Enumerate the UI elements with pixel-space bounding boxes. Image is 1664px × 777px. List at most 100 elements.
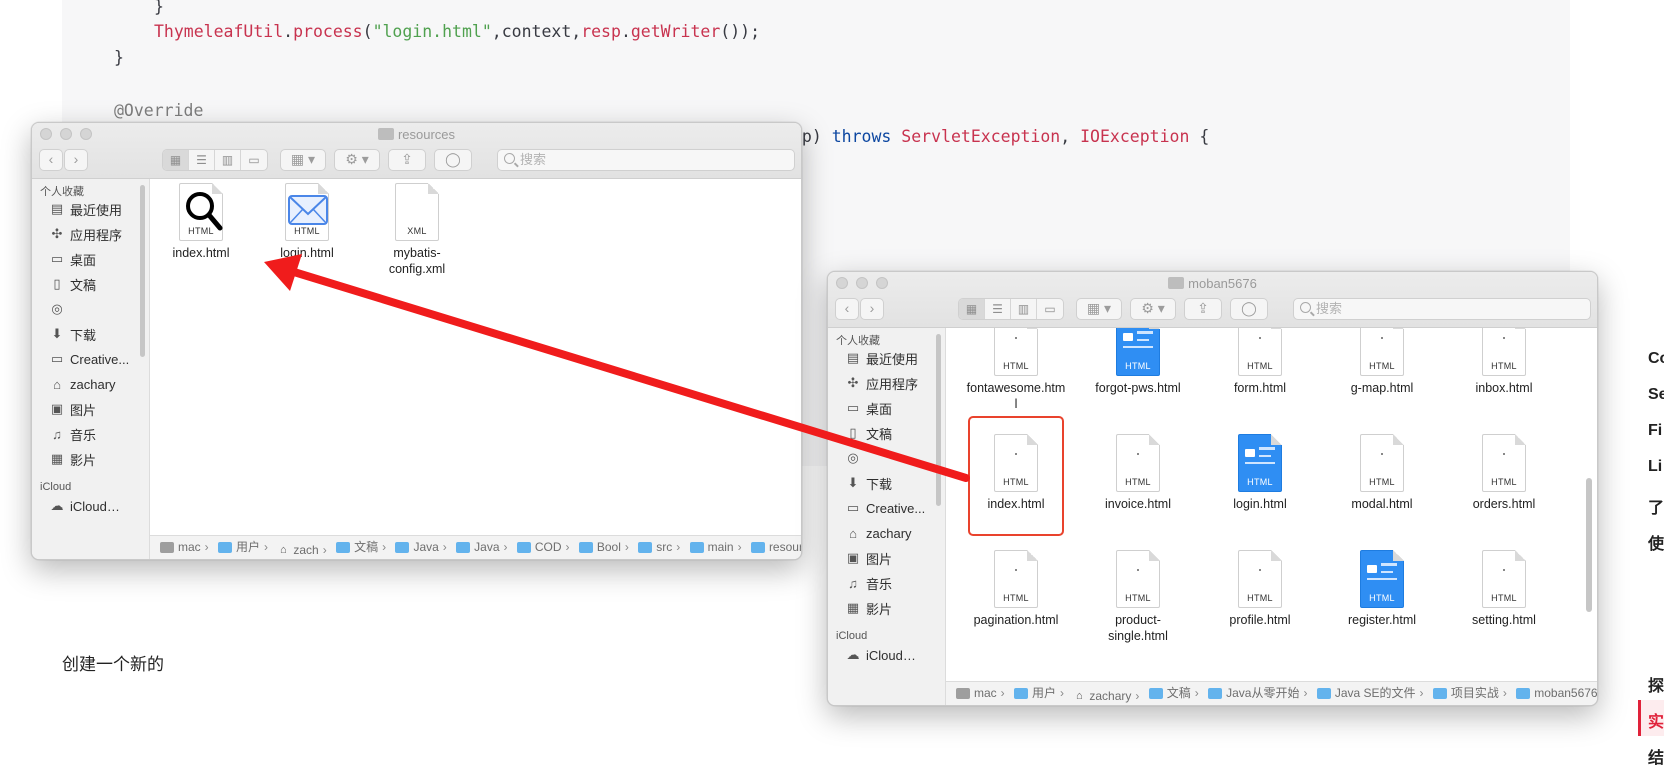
share-button[interactable]: ⇪ [388, 149, 426, 171]
toc-item[interactable]: Se [1648, 386, 1664, 404]
sidebar-item-applications[interactable]: ✣ 应用程序 [48, 223, 122, 245]
tag-button[interactable]: ◯ [1230, 298, 1268, 320]
path-item[interactable]: Java SE的文件 › [1316, 682, 1428, 704]
file-item[interactable]: HTML forgot-pws.html [1083, 328, 1193, 396]
toc-item[interactable]: 使 [1648, 530, 1664, 554]
file-item-index[interactable]: HTML index.html [150, 183, 256, 261]
view-mode-switcher[interactable]: ▦ ☰ ▥ ▭ [958, 298, 1064, 320]
sidebar-item-downloads[interactable]: ⬇ 下载 [844, 472, 892, 494]
file-item[interactable]: HTML profile.html [1205, 550, 1315, 628]
sidebar-scrollbar[interactable] [936, 334, 941, 506]
column-view-icon[interactable]: ▥ [215, 150, 241, 170]
sidebar-item-home[interactable]: ⌂ zachary [844, 522, 911, 544]
sidebar-item-airdrop[interactable]: ◎ [844, 447, 866, 469]
file-item[interactable]: HTML inbox.html [1449, 328, 1559, 396]
search-input[interactable]: 搜索 [1293, 298, 1591, 320]
toc-item[interactable]: 了 [1648, 494, 1664, 518]
sidebar-item-creative[interactable]: ▭ Creative... [844, 497, 925, 519]
file-item[interactable]: HTML fontawesome.htm l [961, 328, 1071, 412]
path-item[interactable]: main › [689, 536, 746, 558]
file-item[interactable]: HTML invoice.html [1083, 434, 1193, 512]
icon-view-icon[interactable]: ▦ [959, 299, 985, 319]
group-button[interactable]: ▦ ▾ [280, 149, 326, 171]
group-button[interactable]: ▦ ▾ [1076, 298, 1122, 320]
sidebar-item-recents[interactable]: ▤ 最近使用 [844, 347, 918, 369]
file-item[interactable]: HTML modal.html [1327, 434, 1437, 512]
path-item[interactable]: Java从零开始 › [1208, 682, 1311, 704]
path-item[interactable]: 文稿 › [1148, 682, 1203, 704]
sidebar-item-creative[interactable]: ▭ Creative... [48, 348, 129, 370]
finder-window-resources[interactable]: resources ‹ › ▦ ☰ ▥ ▭ ▦ ▾ ⚙ ▾ ⇪ ◯ 搜索 个人收… [31, 122, 802, 560]
sidebar-item-recents[interactable]: ▤ 最近使用 [48, 198, 122, 220]
sidebar-item-desktop[interactable]: ▭ 桌面 [48, 248, 96, 270]
path-item[interactable]: 项目实战 › [1432, 682, 1511, 704]
icon-view-icon[interactable]: ▦ [163, 150, 189, 170]
file-item[interactable]: HTML pagination.html [961, 550, 1071, 628]
view-mode-switcher[interactable]: ▦ ☰ ▥ ▭ [162, 149, 268, 171]
sidebar-item-applications[interactable]: ✣ 应用程序 [844, 372, 918, 394]
path-item[interactable]: ⌂ zach › [277, 539, 330, 560]
back-button[interactable]: ‹ [835, 298, 859, 320]
file-item-login[interactable]: HTML login.html [252, 183, 362, 261]
path-item[interactable]: Java › [456, 536, 511, 558]
sidebar-item-documents[interactable]: ▯ 文稿 [48, 273, 96, 295]
sidebar-item-icloud[interactable]: ☁ iCloud… [48, 495, 120, 517]
path-item[interactable]: Java › [395, 536, 450, 558]
action-gear-button[interactable]: ⚙ ▾ [1130, 298, 1176, 320]
file-item[interactable]: HTML register.html [1327, 550, 1437, 628]
sidebar-item-documents[interactable]: ▯ 文稿 [844, 422, 892, 444]
path-item[interactable]: src › [638, 536, 684, 558]
back-button[interactable]: ‹ [39, 149, 63, 171]
sidebar-item-music[interactable]: ♫ 音乐 [48, 423, 96, 445]
toc-item[interactable]: 探 [1648, 672, 1664, 696]
file-item-mybatis-config[interactable]: XML mybatis-config.xml [362, 183, 472, 277]
gallery-view-icon[interactable]: ▭ [1037, 299, 1063, 319]
share-button[interactable]: ⇪ [1184, 298, 1222, 320]
path-item[interactable]: mac › [956, 682, 1009, 704]
forward-button[interactable]: › [64, 149, 88, 171]
file-item[interactable]: HTML login.html [1205, 434, 1315, 512]
path-item[interactable]: 文稿 › [336, 536, 390, 558]
list-view-icon[interactable]: ☰ [985, 299, 1011, 319]
sidebar-item-icloud[interactable]: ☁ iCloud… [844, 644, 916, 666]
toc-item[interactable]: Co [1648, 350, 1664, 368]
sidebar-item-movies[interactable]: ▦ 影片 [844, 597, 892, 619]
titlebar[interactable]: moban5676 ‹ › ▦ ☰ ▥ ▭ ▦ ▾ ⚙ ▾ ⇪ ◯ 搜索 [828, 272, 1597, 328]
toc-item[interactable]: 结 [1648, 744, 1664, 768]
path-item[interactable]: Bool › [578, 536, 633, 558]
toc-item[interactable]: Fi [1648, 422, 1662, 440]
sidebar-item-airdrop[interactable]: ◎ [48, 298, 70, 320]
action-gear-button[interactable]: ⚙ ▾ [334, 149, 380, 171]
path-item[interactable]: 用户 › [218, 536, 272, 558]
column-view-icon[interactable]: ▥ [1011, 299, 1037, 319]
sidebar-item-downloads[interactable]: ⬇ 下载 [48, 323, 96, 345]
file-area[interactable]: HTML index.html HTML login.html XML myba… [150, 179, 801, 535]
path-item[interactable]: ⌂ zachary › [1073, 685, 1143, 706]
forward-button[interactable]: › [860, 298, 884, 320]
gallery-view-icon[interactable]: ▭ [241, 150, 267, 170]
path-item[interactable]: mac › [160, 536, 213, 558]
titlebar[interactable]: resources ‹ › ▦ ☰ ▥ ▭ ▦ ▾ ⚙ ▾ ⇪ ◯ 搜索 [32, 123, 801, 179]
search-input[interactable]: 搜索 [497, 149, 795, 171]
path-item[interactable]: COD › [516, 536, 574, 558]
file-item[interactable]: HTML orders.html [1449, 434, 1559, 512]
file-item[interactable]: HTML product-single.html [1083, 550, 1193, 644]
tag-button[interactable]: ◯ [434, 149, 472, 171]
sidebar-item-movies[interactable]: ▦ 影片 [48, 448, 96, 470]
file-item[interactable]: HTML setting.html [1449, 550, 1559, 628]
sidebar-item-pictures[interactable]: ▣ 图片 [48, 398, 96, 420]
file-item[interactable]: HTML form.html [1205, 328, 1315, 396]
toc-item[interactable]: Li [1648, 458, 1662, 476]
path-item[interactable]: moban5676 [1516, 682, 1597, 704]
sidebar-item-home[interactable]: ⌂ zachary [48, 373, 115, 395]
content-scrollbar[interactable] [1586, 478, 1592, 612]
sidebar-item-music[interactable]: ♫ 音乐 [844, 572, 892, 594]
finder-window-moban5676[interactable]: moban5676 ‹ › ▦ ☰ ▥ ▭ ▦ ▾ ⚙ ▾ ⇪ ◯ 搜索 个人收… [827, 271, 1598, 706]
path-item[interactable]: resources [750, 536, 801, 558]
path-item[interactable]: 用户 › [1014, 682, 1068, 704]
sidebar-item-desktop[interactable]: ▭ 桌面 [844, 397, 892, 419]
toc-item-active[interactable]: 实 [1648, 708, 1664, 732]
sidebar-scrollbar[interactable] [140, 185, 145, 357]
list-view-icon[interactable]: ☰ [189, 150, 215, 170]
sidebar-item-pictures[interactable]: ▣ 图片 [844, 547, 892, 569]
